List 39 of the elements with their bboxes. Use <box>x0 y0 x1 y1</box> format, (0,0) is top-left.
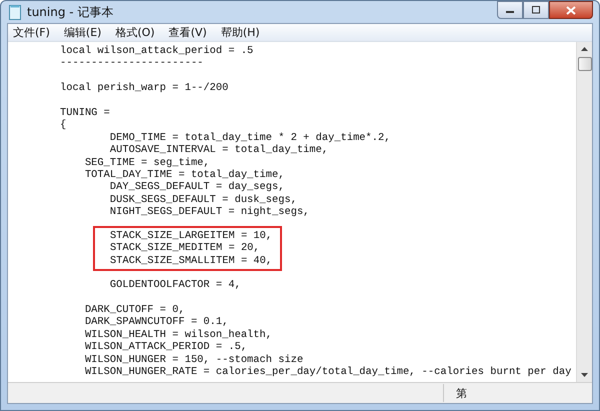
code-line: DARK_CUTOFF = 0, <box>84 304 186 316</box>
code-line: STACK_SIZE_MEDITEM = 20, <box>109 242 261 255</box>
code-line: SEG_TIME = seg_time, <box>84 156 211 170</box>
code-line: STACK_SIZE_SMALLITEM = 40, <box>109 254 274 268</box>
menu-item[interactable]: 格式(O) <box>115 25 155 40</box>
scroll-up-icon[interactable] <box>581 47 588 51</box>
code-line: WILSON_HUNGER = 150, --stomach size <box>84 354 304 366</box>
window-title: tuning - 记事本 <box>27 4 114 20</box>
code-line: TUNING = <box>60 107 111 120</box>
menu-item[interactable]: 帮助(H) <box>220 25 260 40</box>
code-line: NIGHT_SEGS_DEFAULT = night_segs, <box>108 206 310 219</box>
code-line: ----------------------- <box>60 57 204 70</box>
maximize-button[interactable] <box>523 1 549 19</box>
code-line: local wilson_attack_period = .5 <box>60 45 254 58</box>
code-line: STACK_SIZE_LARGEITEM = 10, <box>109 230 274 242</box>
menu-item[interactable]: 查看(V) <box>168 25 207 40</box>
code-line: DUSK_SEGS_DEFAULT = dusk_segs, <box>108 194 298 206</box>
vertical-scrollbar[interactable] <box>576 42 592 382</box>
code-line: WILSON_HEALTH = wilson_health, <box>84 328 274 342</box>
scroll-thumb[interactable] <box>578 57 592 71</box>
code-line: WILSON_HUNGER_RATE = calories_per_day/total_day_time, --calories burnt per day <box>84 366 572 378</box>
code-line: { <box>60 119 68 132</box>
close-icon <box>566 6 576 14</box>
code-line: AUTOSAVE_INTERVAL = total_day_time, <box>108 144 330 157</box>
cursor-position: 第 <box>456 386 467 400</box>
code-line: DEMO_TIME = total_day_time * 2 + day_time*.2, <box>108 132 392 144</box>
close-button[interactable] <box>549 1 593 19</box>
code-line: GOLDENTOOLFACTOR = 4, <box>108 279 242 292</box>
code-line: WILSON_ATTACK_PERIOD = .5, <box>84 341 248 354</box>
notepad-icon <box>9 4 21 20</box>
minimize-button[interactable] <box>497 1 523 19</box>
code-line: DAY_SEGS_DEFAULT = day_segs, <box>108 181 286 194</box>
code-line: TOTAL_DAY_TIME = total_day_time, <box>84 169 286 182</box>
scroll-down-icon[interactable] <box>581 373 588 377</box>
maximize-icon <box>531 6 541 14</box>
menu-item[interactable]: 编辑(E) <box>64 25 102 40</box>
menu-item[interactable]: 文件(F) <box>13 25 50 40</box>
code-line: DARK_SPAWNCUTOFF = 0.1, <box>84 316 230 329</box>
code-line: local perish_warp = 1--/200 <box>60 82 230 95</box>
